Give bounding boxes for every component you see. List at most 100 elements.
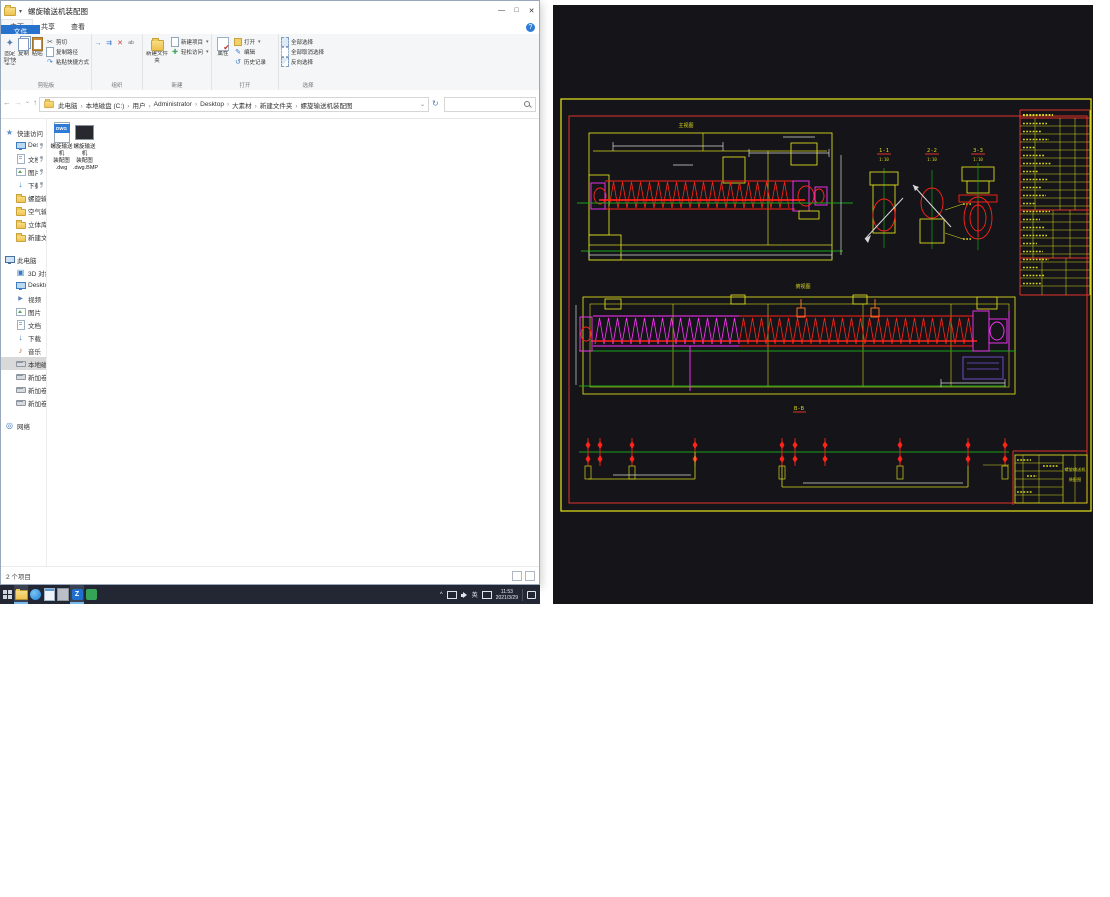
quick-access-toolbar[interactable]: ▾	[4, 7, 22, 16]
forward-button[interactable]: →	[14, 98, 22, 107]
pin-to-quick-access-button[interactable]: ✦ 固定到"快速访问"	[3, 37, 17, 65]
sidebar-item-label: 文档	[28, 154, 38, 164]
search-input[interactable]	[445, 98, 524, 111]
up-button[interactable]: ↑	[33, 98, 37, 107]
maximize-button[interactable]: □	[509, 1, 524, 20]
breadcrumb-item[interactable]: 螺旋输送机装配图	[301, 100, 353, 110]
breadcrumb-item[interactable]: 此电脑	[58, 100, 86, 110]
select-all-button[interactable]: 全部选择	[281, 37, 335, 46]
files-pane[interactable]: 螺旋输送机 装配图 .dwg 螺旋输送机 装配图 .dwg.BMP	[47, 118, 539, 567]
keyboard-tray-icon[interactable]	[482, 591, 492, 599]
top-view: 主视图	[577, 122, 853, 260]
move-to-icon[interactable]: →	[94, 39, 102, 47]
action-center-icon[interactable]	[527, 591, 536, 599]
window-title: 螺旋输送机装配图	[28, 6, 88, 17]
taskbar-explorer-button[interactable]	[14, 585, 28, 604]
sidebar-item[interactable]: 立体库门图纸	[1, 217, 46, 230]
sidebar-network[interactable]: 网络	[1, 419, 46, 432]
edit-button[interactable]: ✎ 编辑	[234, 47, 266, 56]
svg-text:B-B: B-B	[794, 406, 805, 412]
sidebar-quick-access[interactable]: 快速访问	[1, 126, 46, 139]
sidebar-item[interactable]: 图片	[1, 305, 46, 318]
start-button[interactable]	[0, 585, 14, 604]
tab-view[interactable]: 查看	[63, 20, 93, 34]
sidebar-item[interactable]: 音乐	[1, 344, 46, 357]
paste-button[interactable]: 粘贴	[30, 37, 44, 58]
sidebar-item-icon	[16, 141, 25, 150]
volume-tray-icon[interactable]	[461, 592, 468, 598]
sidebar-this-pc[interactable]: 此电脑	[1, 253, 46, 266]
breadcrumb-item[interactable]: 大素材	[232, 100, 260, 110]
tray-expand-chevron-icon[interactable]: ^	[440, 592, 443, 598]
details-view-icon[interactable]	[512, 571, 522, 581]
back-button[interactable]: ←	[3, 98, 11, 107]
file-bmp[interactable]: 螺旋输送机 装配图 .dwg.BMP	[73, 122, 96, 172]
breadcrumb-item[interactable]: Desktop	[200, 101, 232, 108]
sidebar-item[interactable]: 图片	[1, 165, 46, 178]
taskbar-green-app-button[interactable]	[84, 585, 98, 604]
sidebar-item[interactable]: 螺旋输送机装配图	[1, 191, 46, 204]
address-bar[interactable]: 此电脑本地磁盘 (C:)用户AdministratorDesktop大素材新建文…	[39, 97, 429, 112]
refresh-icon[interactable]: ↻	[432, 99, 439, 108]
sidebar-item[interactable]: 新加卷 (F:)	[1, 396, 46, 409]
title-bar[interactable]: ▾ 螺旋输送机装配图 — □ ✕	[1, 1, 539, 21]
minimize-button[interactable]: —	[494, 1, 509, 20]
sidebar-item[interactable]: 下载	[1, 178, 46, 191]
clock[interactable]: 11:53 2021/3/29	[496, 589, 518, 601]
sidebar-item[interactable]: Desktop	[1, 279, 46, 292]
breadcrumb-item[interactable]: 用户	[132, 100, 153, 110]
paste-shortcut-button[interactable]: ↷ 粘贴快捷方式	[46, 57, 89, 66]
new-folder-button[interactable]: 新建文件夹	[145, 37, 169, 64]
dwg-file-icon	[54, 122, 70, 143]
recent-locations-chevron-icon[interactable]: ⌄	[25, 98, 30, 107]
open-button[interactable]: 打开	[234, 37, 266, 46]
sidebar-item[interactable]: 文档	[1, 152, 46, 165]
taskbar-browser-button[interactable]	[28, 585, 42, 604]
browser-icon	[30, 589, 41, 600]
sidebar-item[interactable]: 视频	[1, 292, 46, 305]
search-box[interactable]	[444, 97, 536, 112]
sidebar-item[interactable]: 本地磁盘 (C:)	[1, 357, 46, 370]
close-button[interactable]: ✕	[524, 1, 539, 20]
file-dwg[interactable]: 螺旋输送机 装配图 .dwg	[50, 122, 73, 172]
breadcrumb-item[interactable]: 新建文件夹	[260, 100, 301, 110]
copy-path-button[interactable]: 复制路径	[46, 47, 89, 56]
thumbnail-view-icon[interactable]	[525, 571, 535, 581]
taskbar-cad-button[interactable]: Z	[70, 585, 84, 604]
sidebar-item-icon	[16, 346, 25, 355]
copy-to-icon[interactable]: ⇉	[105, 39, 113, 47]
sidebar-item[interactable]: 3D 对象	[1, 266, 46, 279]
easy-access-button[interactable]: ✚ 轻松访问	[171, 47, 209, 56]
rename-icon[interactable]: ab	[127, 39, 135, 47]
invert-selection-button[interactable]: 反向选择	[281, 57, 335, 66]
properties-button[interactable]: 属性	[214, 37, 232, 58]
select-none-button[interactable]: 全部取消选择	[281, 47, 335, 56]
sidebar-item[interactable]: 新建文件夹	[1, 230, 46, 243]
properties-icon	[217, 37, 230, 50]
breadcrumb-item[interactable]: Administrator	[154, 101, 200, 108]
sidebar-item-icon	[16, 320, 25, 329]
qat-chevron-down-icon[interactable]: ▾	[19, 8, 22, 15]
cut-button[interactable]: ✂ 剪切	[46, 37, 89, 46]
delete-icon[interactable]: ✕	[116, 39, 124, 47]
display-tray-icon[interactable]	[447, 591, 457, 599]
breadcrumb-item[interactable]: 本地磁盘 (C:)	[86, 100, 133, 110]
help-button[interactable]: ?	[526, 23, 535, 32]
sidebar-item[interactable]: 下载	[1, 331, 46, 344]
tray-divider	[522, 589, 523, 601]
middle-view: 俯视图	[576, 283, 1015, 394]
sidebar-item[interactable]: 新加卷 (E:)	[1, 383, 46, 396]
sidebar-item[interactable]: Desktop	[1, 139, 46, 152]
cad-drawing: 主视图1-11:102-21:103-31:10俯视图B-B螺旋输送机装配图	[553, 5, 1093, 604]
sidebar-item[interactable]: 新加卷 (D:)	[1, 370, 46, 383]
input-language-indicator[interactable]: 英	[472, 590, 478, 599]
sidebar-item[interactable]: 文档	[1, 318, 46, 331]
new-item-button[interactable]: 新建项目	[171, 37, 209, 46]
system-tray: ^ 英 11:53 2021/3/29	[440, 585, 538, 604]
taskbar-document-button[interactable]	[42, 585, 56, 604]
sidebar-item[interactable]: 空气输送斜槽3D图纸	[1, 204, 46, 217]
address-chevron-down-icon[interactable]: ⌄	[420, 101, 425, 108]
copy-button[interactable]: 复制	[17, 37, 31, 58]
taskbar-notes-button[interactable]	[56, 585, 70, 604]
history-button[interactable]: ↺ 历史记录	[234, 57, 266, 66]
